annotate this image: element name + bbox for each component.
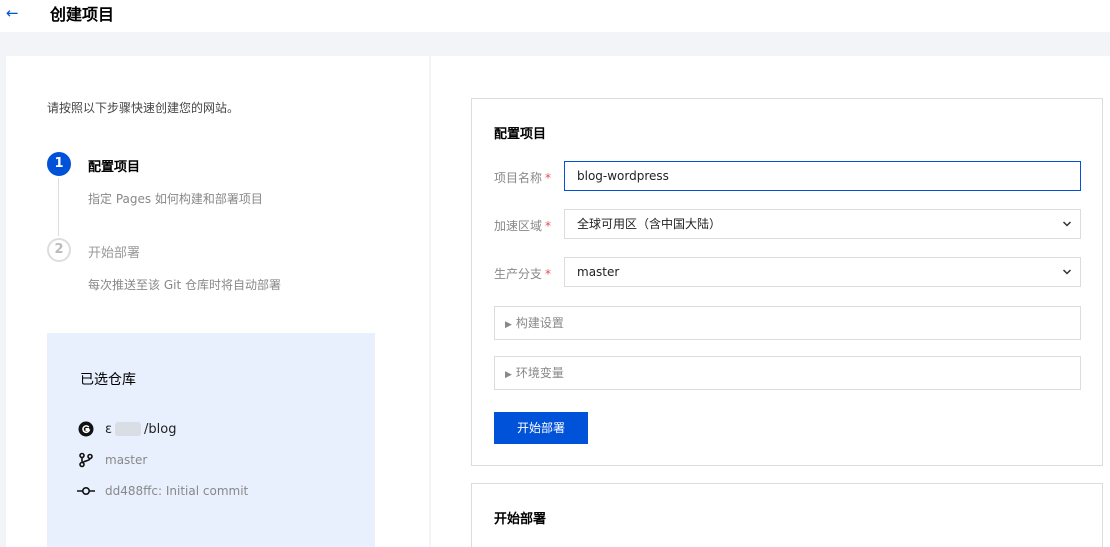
- branch-select-value: master: [577, 265, 620, 279]
- repo-owner: ε: [105, 421, 113, 437]
- config-card: 配置项目 项目名称 * blog-wordpress 加速区域 * 全球可用区（含中…: [471, 98, 1103, 466]
- build-settings-label: 构建设置: [515, 316, 564, 330]
- step-1-indicator: 1: [47, 152, 71, 176]
- intro-text: 请按照以下步骤快速创建您的网站。: [47, 101, 240, 115]
- start-deploy-button[interactable]: 开始部署: [494, 412, 588, 444]
- repo-branch-row: master: [77, 452, 147, 468]
- env-vars-collapse[interactable]: ▶ 环境变量: [494, 356, 1081, 390]
- repo-name: ε /blog: [105, 422, 176, 437]
- repo-path: /blog: [144, 421, 177, 437]
- step-1-description: 指定 Pages 如何构建和部署项目: [88, 192, 263, 206]
- repo-branch: master: [105, 453, 148, 467]
- region-select[interactable]: 全球可用区（含中国大陆）: [564, 209, 1081, 239]
- caret-right-icon: ▶: [505, 320, 512, 330]
- chevron-down-icon: [1062, 269, 1072, 275]
- region-label: 加速区域 *: [494, 219, 552, 233]
- branch-label: 生产分支 *: [494, 267, 552, 281]
- env-vars-label: 环境变量: [515, 366, 564, 380]
- repo-name-row: ε /blog: [77, 421, 176, 437]
- repo-commit: dd488ffc: Initial commit: [105, 484, 249, 498]
- git-commit-icon: [77, 483, 95, 499]
- step-2-indicator: 2: [47, 238, 71, 262]
- deploy-card-title: 开始部署: [494, 512, 547, 527]
- step-connector: [58, 178, 59, 236]
- config-card-title: 配置项目: [494, 127, 547, 142]
- page-title: 创建项目: [50, 5, 115, 24]
- git-branch-icon: [77, 452, 95, 468]
- chevron-down-icon: [1062, 221, 1072, 227]
- project-name-input[interactable]: blog-wordpress: [564, 161, 1081, 191]
- caret-right-icon: ▶: [505, 370, 512, 380]
- git-provider-icon: [77, 421, 95, 437]
- project-name-label: 项目名称 *: [494, 171, 552, 185]
- top-bar: ← 创建项目: [0, 0, 1110, 32]
- selected-repo-box: 已选仓库 ε /blog master dd488ffc: Initial co…: [47, 333, 375, 547]
- step-2-title: 开始部署: [88, 246, 141, 261]
- repo-commit-row: dd488ffc: Initial commit: [77, 483, 248, 499]
- step-2-description: 每次推送至该 Git 仓库时将自动部署: [88, 278, 281, 292]
- region-select-value: 全球可用区（含中国大陆）: [577, 217, 722, 231]
- redacted-owner: [115, 422, 142, 436]
- steps-panel: 请按照以下步骤快速创建您的网站。 1 配置项目 指定 Pages 如何构建和部署…: [6, 56, 429, 547]
- build-settings-collapse[interactable]: ▶ 构建设置: [494, 306, 1081, 340]
- config-panel: 配置项目 项目名称 * blog-wordpress 加速区域 * 全球可用区（含中…: [431, 56, 1110, 547]
- repo-box-title: 已选仓库: [80, 372, 136, 388]
- step-1-title: 配置项目: [88, 160, 141, 175]
- back-arrow-icon[interactable]: ←: [6, 4, 19, 22]
- deploy-card: 开始部署: [471, 483, 1103, 547]
- branch-select[interactable]: master: [564, 257, 1081, 287]
